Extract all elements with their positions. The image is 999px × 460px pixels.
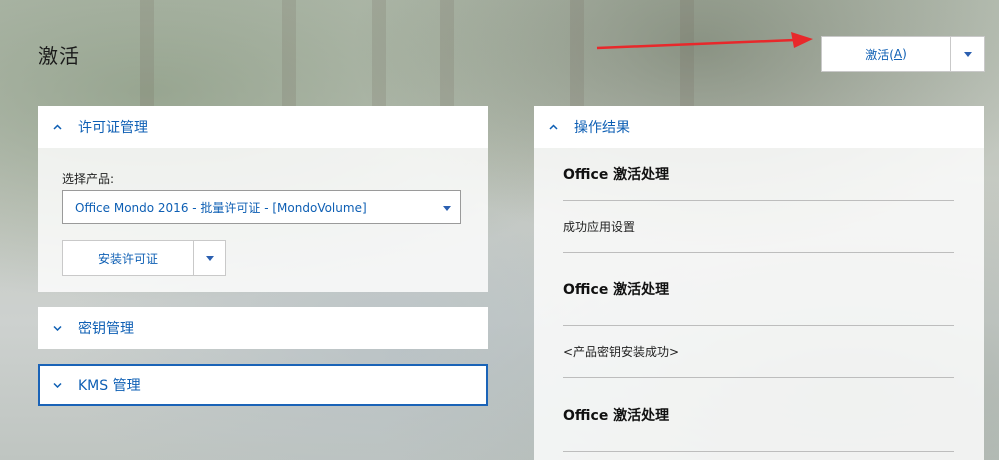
chevron-down-icon — [52, 382, 62, 388]
key-management-title: 密钥管理 — [78, 321, 134, 337]
activate-dropdown-button[interactable] — [951, 37, 984, 71]
caret-down-icon — [205, 255, 214, 261]
page-title: 激活 — [38, 44, 80, 68]
kms-management-panel[interactable]: KMS 管理 — [38, 364, 488, 406]
key-management-panel[interactable]: 密钥管理 — [38, 307, 488, 349]
kms-management-title: KMS 管理 — [78, 378, 141, 394]
annotation-arrow — [596, 32, 813, 50]
key-management-header[interactable]: 密钥管理 — [38, 307, 488, 349]
activate-button[interactable]: 激活(A) — [822, 37, 951, 71]
results-list: Office 激活处理 成功应用设置 Office 激活处理 <产品密钥安装成功… — [534, 148, 984, 452]
background-tree — [372, 0, 386, 110]
result-item: <产品密钥安装成功> — [563, 326, 954, 378]
background-tree — [570, 0, 584, 110]
result-item: Office 激活处理 — [563, 378, 954, 452]
license-management-header[interactable]: 许可证管理 — [38, 106, 488, 148]
product-select-value: Office Mondo 2016 - 批量许可证 - [MondoVolume… — [75, 200, 367, 215]
product-select[interactable]: Office Mondo 2016 - 批量许可证 - [MondoVolume… — [62, 190, 461, 224]
license-management-title: 许可证管理 — [78, 120, 148, 136]
activate-button-label-prefix: 激活( — [865, 47, 894, 62]
background-tree — [140, 0, 154, 110]
background-tree — [282, 0, 296, 110]
caret-down-icon — [443, 206, 451, 211]
install-license-button-group: 安装许可证 — [62, 240, 226, 276]
result-item: 成功应用设置 — [563, 201, 954, 253]
caret-down-icon — [963, 51, 972, 57]
kms-management-header[interactable]: KMS 管理 — [40, 366, 486, 404]
chevron-down-icon — [52, 325, 62, 331]
chevron-up-icon — [548, 124, 558, 130]
activate-button-label-suffix: ) — [902, 47, 907, 61]
activate-button-accesskey: A — [893, 47, 903, 61]
operation-results-panel: 操作结果 Office 激活处理 成功应用设置 Office 激活处理 <产品密… — [534, 106, 984, 460]
operation-results-header[interactable]: 操作结果 — [534, 106, 984, 148]
install-license-dropdown-button[interactable] — [194, 241, 225, 275]
chevron-up-icon — [52, 124, 62, 130]
result-item: Office 激活处理 — [563, 253, 954, 326]
operation-results-title: 操作结果 — [574, 120, 630, 136]
install-license-button[interactable]: 安装许可证 — [63, 241, 194, 275]
activate-button-group: 激活(A) — [821, 36, 985, 72]
license-management-panel: 许可证管理 选择产品: Office Mondo 2016 - 批量许可证 - … — [38, 106, 488, 292]
background-tree — [440, 0, 454, 110]
result-item: Office 激活处理 — [563, 148, 954, 201]
select-product-label: 选择产品: — [62, 172, 115, 186]
